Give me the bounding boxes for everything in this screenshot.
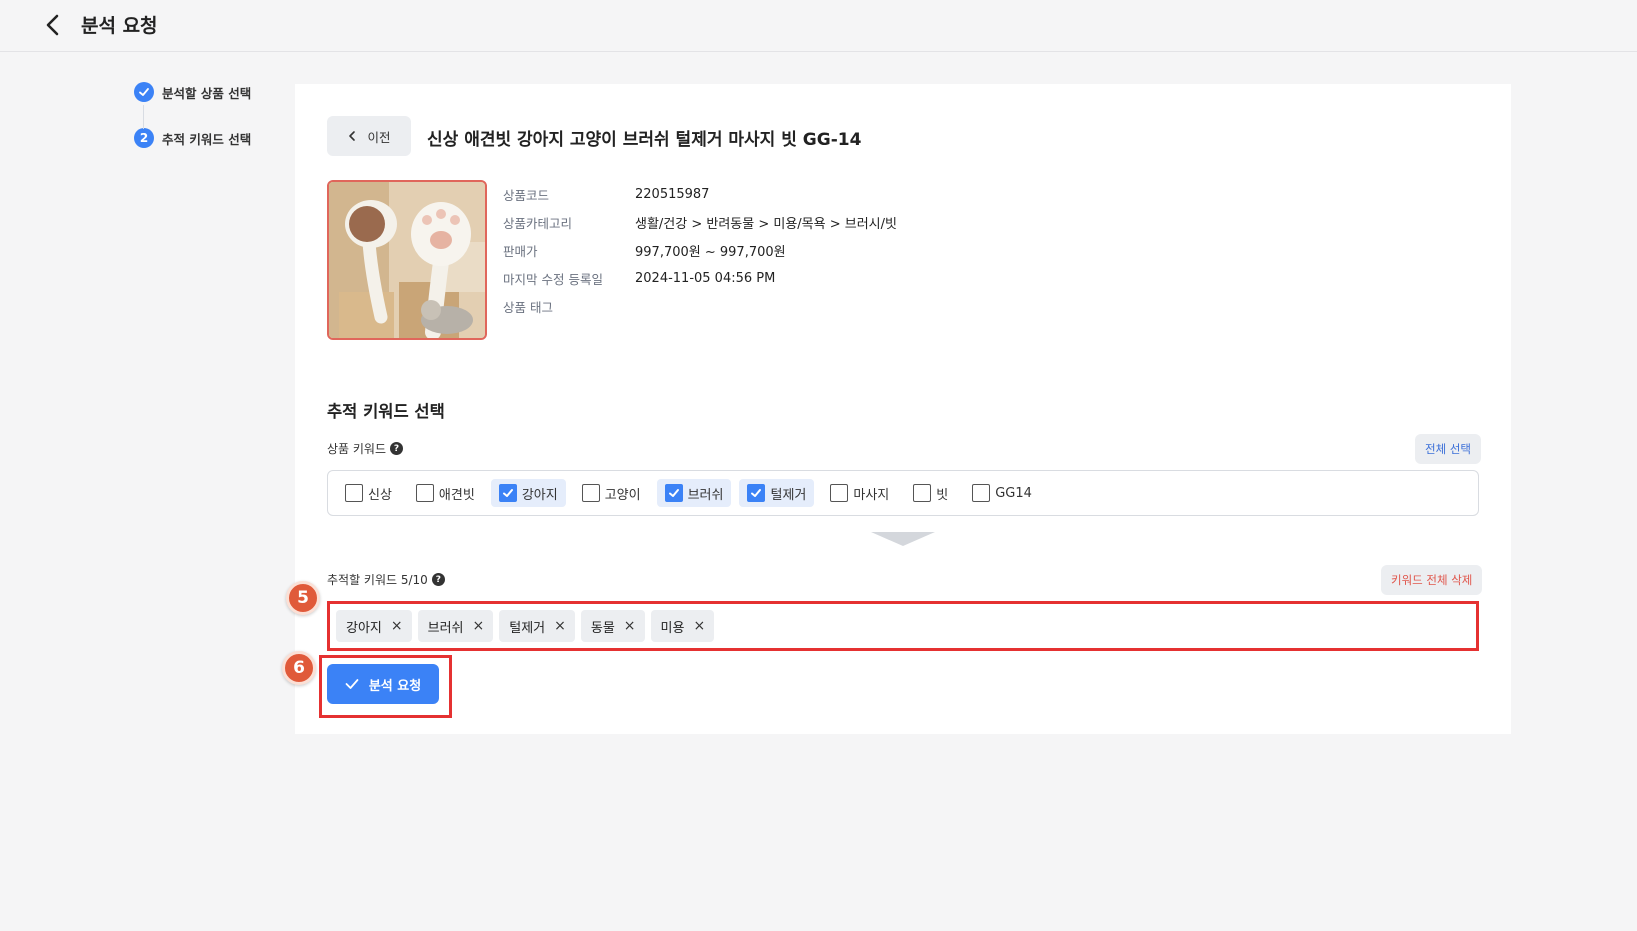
keyword-checkbox[interactable]: 빗 <box>905 479 956 507</box>
keyword-label: 고양이 <box>604 487 641 503</box>
product-image <box>327 180 487 340</box>
tag-label: 미용 <box>660 620 685 636</box>
product-title: 신상 애견빗 강아지 고양이 브러쉬 털제거 마사지 빗 GG-14 <box>427 130 862 150</box>
step-label: 추적 키워드 선택 <box>162 131 252 147</box>
checkbox-checked-icon <box>498 484 517 502</box>
keyword-label: 마사지 <box>853 487 890 503</box>
arrow-down-icon <box>871 532 935 546</box>
keyword-label: 강아지 <box>521 487 558 503</box>
checkbox-icon <box>581 484 600 502</box>
help-icon[interactable]: ? <box>390 442 404 455</box>
help-icon[interactable]: ? <box>431 573 445 586</box>
keyword-label: 털제거 <box>770 487 807 503</box>
remove-tag-icon[interactable]: × <box>554 619 566 633</box>
info-row: 판매가 997,700원 ~ 997,700원 <box>503 236 897 264</box>
tracking-keyword-list: 강아지 × 브러쉬 × 털제거 × 동물 × 미용 × <box>327 601 1479 651</box>
keyword-label: 신상 <box>368 487 392 503</box>
info-value: 220515987 <box>635 186 710 202</box>
checkbox-icon <box>913 484 932 502</box>
keyword-tag: 털제거 × <box>499 610 575 642</box>
checkbox-icon <box>830 484 849 502</box>
checkbox-icon <box>972 484 991 502</box>
tag-label: 털제거 <box>509 620 546 636</box>
check-circle-icon <box>134 82 154 102</box>
page-title: 분석 요청 <box>81 15 158 37</box>
submit-label: 분석 요청 <box>368 678 422 694</box>
step-label: 분석할 상품 선택 <box>162 85 252 101</box>
keyword-checkbox[interactable]: 강아지 <box>490 479 566 507</box>
info-key: 판매가 <box>503 243 538 259</box>
checkbox-icon <box>345 484 363 502</box>
keyword-label: GG14 <box>995 485 1032 501</box>
tag-label: 강아지 <box>346 620 382 636</box>
step-nav: 분석할 상품 선택 2 추적 키워드 선택 <box>134 82 274 148</box>
keyword-label: 빗 <box>936 487 949 503</box>
checkbox-checked-icon <box>664 484 683 502</box>
remove-tag-icon[interactable]: × <box>391 619 403 633</box>
info-row: 상품카테고리 생활/건강 > 반려동물 > 미용/목욕 > 브러시/빗 <box>503 208 897 236</box>
step-number: 2 <box>134 128 154 148</box>
tracking-keyword-label: 추적할 키워드 5/10 ? <box>327 571 445 588</box>
top-header: 분석 요청 <box>0 0 1637 52</box>
tag-label: 브러쉬 <box>427 620 464 636</box>
product-keyword-label: 상품 키워드 ? <box>327 440 404 457</box>
label-text: 상품 키워드 <box>327 442 387 456</box>
info-value: 997,700원 ~ 997,700원 <box>635 244 786 260</box>
keyword-checkbox[interactable]: GG14 <box>964 479 1040 507</box>
info-row: 마지막 수정 등록일 2024-11-05 04:56 PM <box>503 264 897 292</box>
keyword-checkbox[interactable]: 신상 <box>337 479 400 507</box>
info-value: 생활/건강 > 반려동물 > 미용/목욕 > 브러시/빗 <box>635 216 897 232</box>
chevron-left-icon[interactable] <box>42 12 64 38</box>
keyword-tag: 브러쉬 × <box>417 610 494 642</box>
keyword-checkbox[interactable]: 고양이 <box>574 479 649 507</box>
info-row: 상품코드 220515987 <box>503 180 897 208</box>
keyword-tag: 동물 × <box>580 610 645 642</box>
remove-tag-icon[interactable]: × <box>624 619 636 633</box>
submit-analysis-button[interactable]: 분석 요청 <box>327 664 439 704</box>
annotation-marker: 6 <box>282 651 316 685</box>
prev-label: 이전 <box>367 129 391 145</box>
remove-tag-icon[interactable]: × <box>693 619 705 633</box>
keyword-label: 브러쉬 <box>687 487 724 503</box>
step-select-product[interactable]: 분석할 상품 선택 <box>134 82 274 102</box>
step-connector <box>143 105 144 129</box>
keyword-checkbox[interactable]: 털제거 <box>739 479 815 507</box>
delete-all-keywords-button[interactable]: 키워드 전체 삭제 <box>1381 565 1483 595</box>
keyword-checkbox-group: 신상 애견빗 강아지 고양이 브러쉬 털제거 마사지 빗 GG14 <box>327 470 1479 516</box>
remove-tag-icon[interactable]: × <box>473 619 485 633</box>
tag-label: 동물 <box>590 620 615 636</box>
info-key: 상품코드 <box>503 187 550 203</box>
info-row: 상품 태그 <box>503 292 897 320</box>
annotation-marker: 5 <box>286 581 320 615</box>
info-value: 2024-11-05 04:56 PM <box>635 270 776 286</box>
keyword-tag: 미용 × <box>650 610 715 642</box>
check-icon <box>345 679 359 689</box>
section-title: 추적 키워드 선택 <box>327 402 445 421</box>
keyword-tag: 강아지 × <box>336 610 412 642</box>
keyword-checkbox[interactable]: 애견빗 <box>408 479 483 507</box>
prev-button[interactable]: 이전 <box>327 116 411 156</box>
main-card: 이전 신상 애견빗 강아지 고양이 브러쉬 털제거 마사지 빗 GG-14 상품… <box>282 84 1511 734</box>
keyword-checkbox[interactable]: 브러쉬 <box>656 479 732 507</box>
keyword-checkbox[interactable]: 마사지 <box>822 479 897 507</box>
keyword-label: 애견빗 <box>438 487 475 503</box>
select-all-button[interactable]: 전체 선택 <box>1415 434 1481 464</box>
checkbox-checked-icon <box>747 484 766 502</box>
checkbox-icon <box>415 484 434 502</box>
info-key: 상품카테고리 <box>503 215 573 231</box>
info-key: 마지막 수정 등록일 <box>503 271 603 287</box>
chevron-left-icon <box>349 131 356 141</box>
label-text: 추적할 키워드 5/10 <box>327 573 428 587</box>
info-key: 상품 태그 <box>503 299 553 315</box>
product-info: 상품코드 220515987 상품카테고리 생활/건강 > 반려동물 > 미용/… <box>503 180 897 320</box>
step-select-keyword[interactable]: 2 추적 키워드 선택 <box>134 128 274 148</box>
